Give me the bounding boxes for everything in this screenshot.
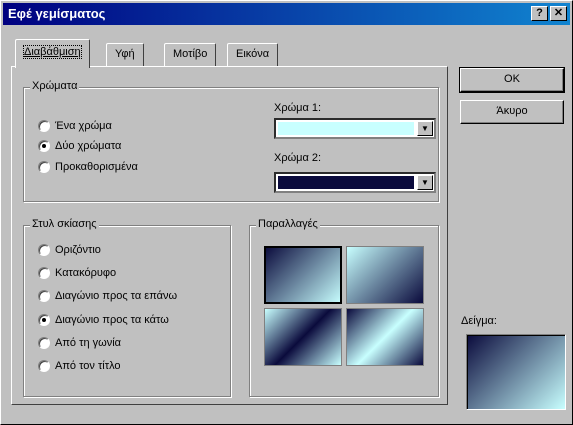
variant-3[interactable] bbox=[264, 308, 342, 366]
colors-group-label: Χρώματα bbox=[30, 80, 80, 92]
shading-styles-group: Στυλ σκίασης Οριζόντιο Κατακόρυφο Διαγών… bbox=[23, 218, 231, 397]
chevron-down-icon[interactable]: ▼ bbox=[417, 121, 433, 136]
radio-two-colors-dot bbox=[38, 140, 50, 152]
sample-preview bbox=[466, 334, 566, 410]
radio-preset[interactable]: Προκαθορισμένα bbox=[38, 161, 138, 173]
variants-group: Παραλλαγές bbox=[249, 218, 439, 397]
tab-pattern[interactable]: Μοτίβο bbox=[164, 43, 217, 67]
radio-vertical[interactable]: Κατακόρυφο bbox=[38, 267, 116, 279]
color2-label: Χρώμα 2: bbox=[274, 152, 322, 164]
dialog-title: Εφέ γεμίσματος bbox=[8, 6, 106, 21]
radio-one-color-dot bbox=[38, 120, 50, 132]
title-bar[interactable]: Εφέ γεμίσματος ? ✕ bbox=[3, 3, 570, 25]
help-icon: ? bbox=[536, 7, 543, 19]
radio-from-corner[interactable]: Από τη γωνία bbox=[38, 337, 121, 349]
radio-two-colors-label: Δύο χρώματα bbox=[55, 140, 122, 152]
radio-from-title[interactable]: Από τον τίτλο bbox=[38, 360, 121, 372]
radio-horizontal-label: Οριζόντιο bbox=[55, 244, 101, 256]
close-icon: ✕ bbox=[553, 7, 564, 19]
radio-from-corner-dot bbox=[38, 337, 50, 349]
radio-vertical-label: Κατακόρυφο bbox=[55, 267, 117, 279]
variant-4[interactable] bbox=[346, 308, 424, 366]
help-button[interactable]: ? bbox=[531, 6, 548, 21]
variant-1[interactable] bbox=[264, 246, 342, 304]
cancel-button[interactable]: Άκυρο bbox=[460, 100, 564, 124]
radio-one-color[interactable]: Ένα χρώμα bbox=[38, 120, 112, 132]
sample-label: Δείγμα: bbox=[461, 315, 497, 327]
radio-from-title-label: Από τον τίτλο bbox=[55, 360, 121, 372]
color2-dropdown[interactable]: ▼ bbox=[274, 172, 436, 193]
tab-gradient-label: Διαβάθμιση bbox=[23, 45, 82, 59]
radio-diagonal-down[interactable]: Διαγώνιο προς τα κάτω bbox=[38, 314, 169, 326]
radio-one-color-label: Ένα χρώμα bbox=[55, 120, 112, 132]
gradient-panel: Χρώματα Ένα χρώμα Δύο χρώματα Προκαθορισ… bbox=[11, 66, 448, 405]
colors-group: Χρώματα Ένα χρώμα Δύο χρώματα Προκαθορισ… bbox=[23, 80, 439, 202]
color2-swatch bbox=[278, 176, 414, 189]
fill-effects-dialog: Εφέ γεμίσματος ? ✕ Διαβάθμιση Υφή Μοτίβο… bbox=[0, 0, 573, 425]
tab-picture-label: Εικόνα bbox=[236, 48, 270, 60]
radio-diagonal-down-dot bbox=[38, 314, 50, 326]
tab-texture[interactable]: Υφή bbox=[106, 43, 144, 67]
chevron-down-icon[interactable]: ▼ bbox=[417, 175, 433, 190]
tab-texture-label: Υφή bbox=[115, 48, 135, 60]
color1-dropdown[interactable]: ▼ bbox=[274, 118, 436, 139]
radio-diagonal-up-dot bbox=[38, 290, 50, 302]
radio-horizontal[interactable]: Οριζόντιο bbox=[38, 244, 101, 256]
radio-from-title-dot bbox=[38, 360, 50, 372]
radio-diagonal-down-label: Διαγώνιο προς τα κάτω bbox=[55, 314, 169, 326]
shading-styles-group-label: Στυλ σκίασης bbox=[30, 218, 99, 230]
tab-pattern-label: Μοτίβο bbox=[173, 48, 208, 60]
color1-label: Χρώμα 1: bbox=[274, 102, 322, 114]
radio-diagonal-up-label: Διαγώνιο προς τα επάνω bbox=[55, 290, 178, 302]
radio-diagonal-up[interactable]: Διαγώνιο προς τα επάνω bbox=[38, 290, 177, 302]
close-button[interactable]: ✕ bbox=[550, 6, 567, 21]
tab-picture[interactable]: Εικόνα bbox=[227, 43, 279, 67]
ok-button[interactable]: OK bbox=[459, 67, 565, 93]
radio-from-corner-label: Από τη γωνία bbox=[55, 337, 122, 349]
radio-two-colors[interactable]: Δύο χρώματα bbox=[38, 140, 121, 152]
variant-2[interactable] bbox=[346, 246, 424, 304]
tab-gradient[interactable]: Διαβάθμιση bbox=[15, 39, 90, 68]
variants-group-label: Παραλλαγές bbox=[256, 218, 320, 230]
radio-vertical-dot bbox=[38, 267, 50, 279]
radio-horizontal-dot bbox=[38, 244, 50, 256]
color1-swatch bbox=[278, 122, 414, 135]
radio-preset-label: Προκαθορισμένα bbox=[55, 161, 138, 173]
radio-preset-dot bbox=[38, 161, 50, 173]
